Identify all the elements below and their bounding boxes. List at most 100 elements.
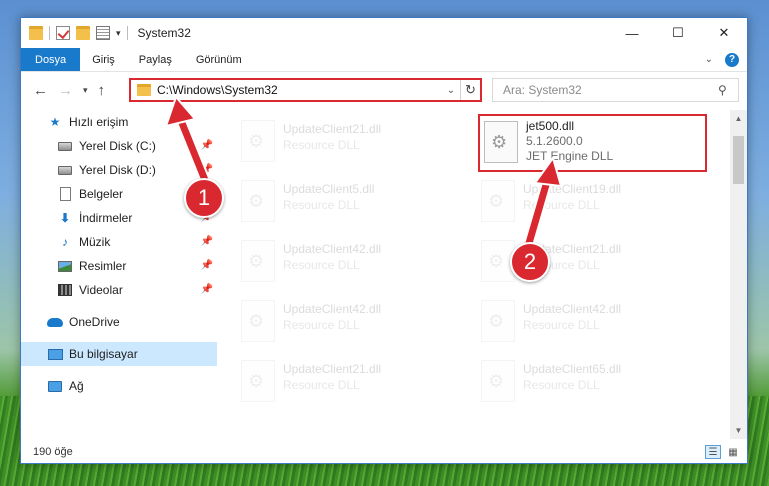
file-item[interactable]: UpdateClient19.dll Resource DLL bbox=[461, 176, 681, 226]
file-item[interactable]: UpdateClient42.dll Resource DLL bbox=[461, 296, 681, 346]
file-item[interactable]: UpdateClient21.dll Resource DLL bbox=[221, 116, 441, 166]
scroll-down-icon[interactable]: ▼ bbox=[730, 422, 747, 439]
maximize-button[interactable]: ☐ bbox=[655, 18, 701, 48]
tab-view[interactable]: Görünüm bbox=[184, 48, 254, 71]
sidebar-item-label: Ağ bbox=[69, 379, 84, 393]
file-name: jet500.dll bbox=[526, 119, 575, 133]
sidebar-item-label: Belgeler bbox=[79, 187, 124, 201]
close-button[interactable]: ✕ bbox=[701, 18, 747, 48]
scroll-up-icon[interactable]: ▲ bbox=[730, 110, 747, 127]
refresh-icon[interactable]: ↻ bbox=[460, 80, 480, 100]
file-version: 5.1.2600.0 bbox=[526, 134, 583, 148]
scrollbar-thumb[interactable] bbox=[733, 136, 744, 184]
pin-icon: 📌 bbox=[200, 140, 213, 151]
dll-file-icon bbox=[481, 180, 515, 222]
sidebar-item-local-disk-d[interactable]: Yerel Disk (D:) 📌 bbox=[21, 158, 217, 182]
file-name: UpdateClient21.dll bbox=[283, 362, 382, 376]
sidebar-item-quick-access[interactable]: ★ Hızlı erişim bbox=[21, 110, 217, 134]
title-bar: ▾ System32 — ☐ ✕ bbox=[21, 18, 747, 48]
network-icon bbox=[47, 378, 63, 394]
file-type: Resource DLL bbox=[283, 198, 360, 212]
pin-icon: 📌 bbox=[200, 260, 213, 271]
file-type: Resource DLL bbox=[523, 198, 600, 212]
dll-file-icon bbox=[481, 300, 515, 342]
forward-arrow-icon[interactable]: → bbox=[58, 82, 73, 99]
pictures-icon bbox=[57, 258, 73, 274]
status-bar: 190 öğe ☰ ▦ bbox=[21, 441, 747, 463]
sidebar-item-label: Müzik bbox=[79, 235, 111, 249]
address-bar[interactable]: C:\Windows\System32 ⌄ ↻ bbox=[129, 78, 482, 102]
file-name: UpdateClient21.dll bbox=[283, 122, 382, 136]
back-arrow-icon[interactable]: ← bbox=[33, 82, 48, 99]
sidebar-item-label: Yerel Disk (C:) bbox=[79, 139, 156, 153]
dll-file-icon bbox=[484, 121, 518, 163]
step-1-badge: 1 bbox=[184, 178, 224, 218]
sidebar-item-videos[interactable]: Videolar 📌 bbox=[21, 278, 217, 302]
sidebar-item-label: İndirmeler bbox=[79, 211, 133, 225]
file-item-jet500-dll[interactable]: jet500.dll 5.1.2600.0 JET Engine DLL bbox=[478, 114, 707, 172]
search-icon[interactable]: ⚲ bbox=[718, 83, 738, 97]
ribbon-right-controls: ⌄ ? bbox=[705, 48, 747, 71]
new-folder-icon[interactable] bbox=[76, 26, 90, 40]
file-item[interactable]: UpdateClient21.dll Resource DLL bbox=[221, 356, 441, 406]
file-name: UpdateClient42.dll bbox=[283, 302, 382, 316]
file-type: Resource DLL bbox=[283, 378, 360, 392]
sidebar-item-local-disk-c[interactable]: Yerel Disk (C:) 📌 bbox=[21, 134, 217, 158]
dll-file-icon bbox=[241, 240, 275, 282]
dll-file-icon bbox=[241, 360, 275, 402]
dll-file-icon bbox=[481, 360, 515, 402]
address-path[interactable]: C:\Windows\System32 bbox=[157, 83, 442, 97]
large-icons-view-icon[interactable]: ▦ bbox=[725, 445, 741, 459]
file-item[interactable]: UpdateClient42.dll Resource DLL bbox=[221, 296, 441, 346]
navigation-pane: ★ Hızlı erişim Yerel Disk (C:) 📌 Yerel D… bbox=[21, 110, 217, 439]
cloud-icon bbox=[47, 314, 63, 330]
address-dropdown-icon[interactable]: ⌄ bbox=[442, 85, 460, 96]
file-item[interactable]: UpdateClient65.dll Resource DLL bbox=[461, 356, 681, 406]
file-item[interactable]: UpdateClient21.dll Resource DLL bbox=[461, 236, 681, 286]
chevron-down-icon[interactable]: ⌄ bbox=[705, 54, 713, 65]
file-item[interactable]: UpdateClient42.dll Resource DLL bbox=[221, 236, 441, 286]
customize-toolbar-dropdown-icon[interactable]: ▾ bbox=[116, 28, 121, 39]
sidebar-item-label: OneDrive bbox=[69, 315, 120, 329]
sidebar-item-label: Resimler bbox=[79, 259, 127, 273]
navigation-bar: ← → ▾ ↑ C:\Windows\System32 ⌄ ↻ Ara: Sys… bbox=[21, 73, 747, 107]
file-type: Resource DLL bbox=[283, 258, 360, 272]
details-view-icon[interactable]: ☰ bbox=[705, 445, 721, 459]
help-button[interactable]: ? bbox=[725, 52, 739, 67]
disk-icon bbox=[57, 162, 73, 178]
star-icon: ★ bbox=[49, 115, 61, 129]
file-name: UpdateClient65.dll bbox=[523, 362, 622, 376]
tab-share[interactable]: Paylaş bbox=[127, 48, 184, 71]
recent-locations-dropdown-icon[interactable]: ▾ bbox=[83, 85, 88, 96]
computer-icon bbox=[47, 346, 63, 362]
sidebar-item-network[interactable]: Ağ bbox=[21, 374, 217, 398]
search-box[interactable]: Ara: System32 ⚲ bbox=[492, 78, 739, 102]
sidebar-item-label: Bu bilgisayar bbox=[69, 347, 138, 361]
pin-icon: 📌 bbox=[200, 236, 213, 247]
properties-check-icon[interactable] bbox=[56, 26, 70, 40]
tab-file[interactable]: Dosya bbox=[21, 48, 81, 71]
quick-access-toolbar: ▾ bbox=[21, 26, 128, 40]
file-item[interactable]: UpdateClient5.dll Resource DLL bbox=[221, 176, 441, 226]
file-type: Resource DLL bbox=[283, 318, 360, 332]
sidebar-item-music[interactable]: ♪ Müzik 📌 bbox=[21, 230, 217, 254]
search-input[interactable]: Ara: System32 bbox=[503, 83, 718, 97]
item-count: 190 öğe bbox=[33, 446, 73, 458]
file-type: Resource DLL bbox=[523, 318, 600, 332]
ribbon-tabs: Dosya Giriş Paylaş Görünüm ⌄ ? bbox=[21, 48, 747, 72]
sidebar-item-pictures[interactable]: Resimler 📌 bbox=[21, 254, 217, 278]
sidebar-item-this-pc[interactable]: Bu bilgisayar bbox=[21, 342, 217, 366]
tab-home[interactable]: Giriş bbox=[80, 48, 127, 71]
minimize-button[interactable]: — bbox=[609, 18, 655, 48]
step-2-badge: 2 bbox=[510, 242, 550, 282]
sidebar-item-onedrive[interactable]: OneDrive bbox=[21, 310, 217, 334]
document-icon bbox=[57, 186, 73, 202]
window-controls: — ☐ ✕ bbox=[609, 18, 747, 48]
videos-icon bbox=[57, 282, 73, 298]
properties-icon[interactable] bbox=[96, 26, 110, 40]
up-arrow-icon[interactable]: ↑ bbox=[98, 82, 106, 99]
file-list: UpdateClient21.dll Resource DLL UpdateCl… bbox=[221, 110, 729, 439]
pin-icon: 📌 bbox=[200, 164, 213, 175]
dll-file-icon bbox=[241, 300, 275, 342]
vertical-scrollbar[interactable]: ▲ ▼ bbox=[730, 110, 747, 439]
